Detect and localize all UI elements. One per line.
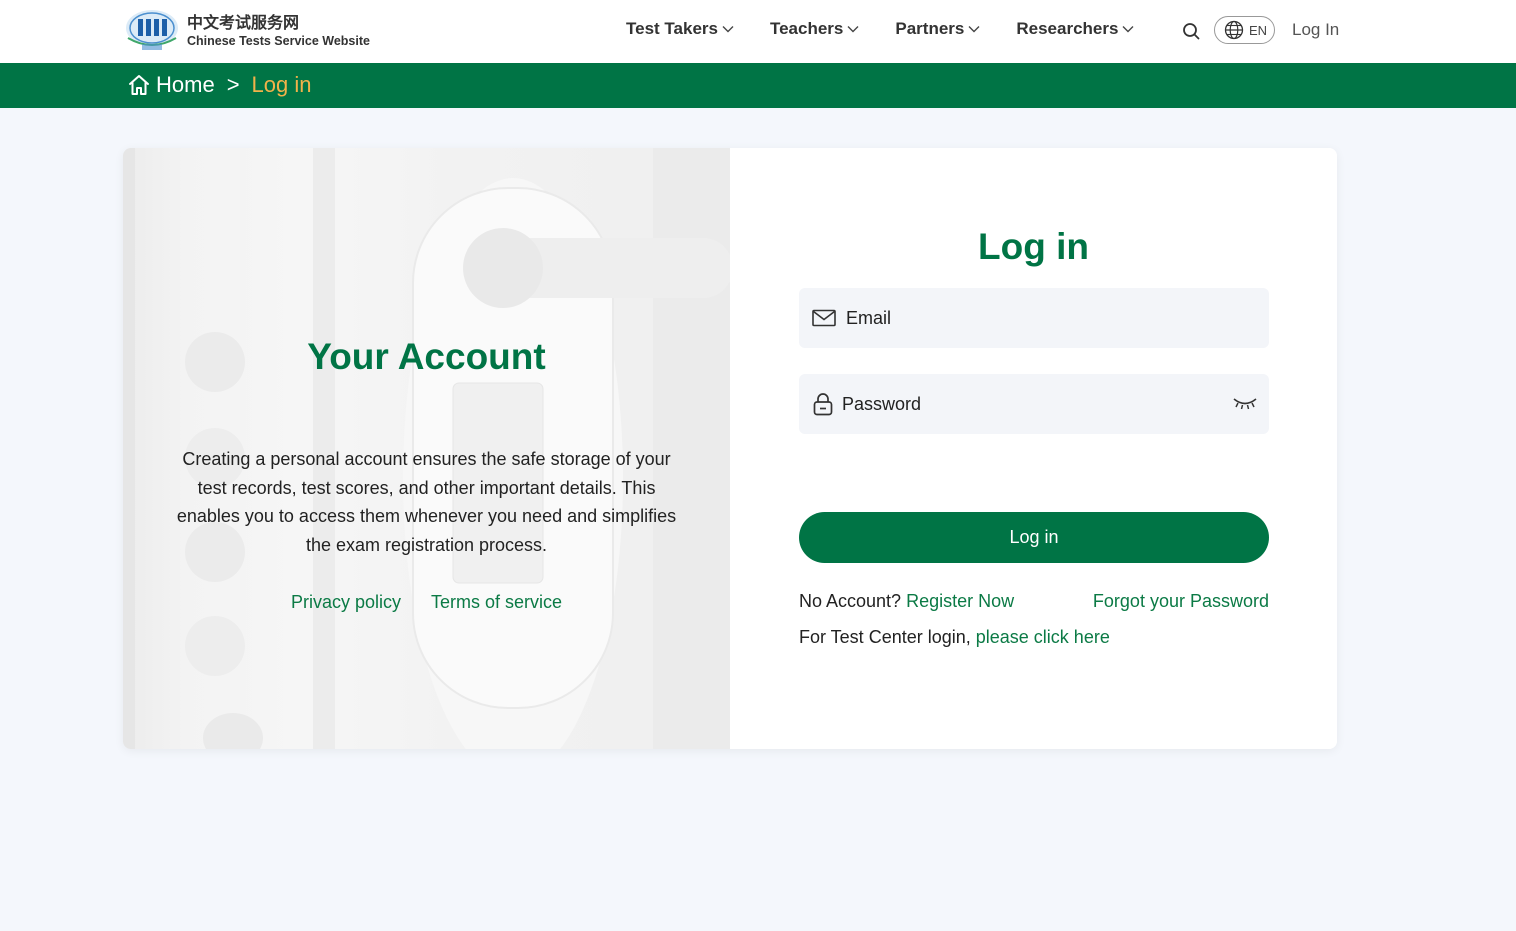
nav-test-takers[interactable]: Test Takers bbox=[626, 19, 734, 39]
register-row: No Account? Register Now bbox=[799, 591, 1014, 612]
nav-partners[interactable]: Partners bbox=[895, 19, 980, 39]
register-now-link[interactable]: Register Now bbox=[906, 591, 1014, 611]
mail-icon bbox=[812, 309, 836, 327]
email-field[interactable] bbox=[799, 288, 1269, 348]
no-account-text: No Account? bbox=[799, 591, 902, 611]
email-input[interactable] bbox=[846, 307, 1206, 329]
password-input[interactable] bbox=[842, 393, 1202, 415]
nav-label: Test Takers bbox=[626, 19, 718, 38]
forgot-password-link[interactable]: Forgot your Password bbox=[1090, 591, 1269, 612]
chevron-down-icon bbox=[722, 26, 734, 33]
nav-label: Researchers bbox=[1016, 19, 1119, 38]
login-card: Your Account Creating a personal account… bbox=[123, 148, 1337, 749]
breadcrumb-separator: > bbox=[226, 72, 240, 97]
logo-english-text: Chinese Tests Service Website bbox=[187, 33, 370, 48]
search-icon[interactable] bbox=[1181, 21, 1201, 41]
lock-icon bbox=[812, 392, 834, 416]
test-center-login-link[interactable]: please click here bbox=[976, 627, 1110, 647]
test-center-text: For Test Center login, bbox=[799, 627, 971, 647]
site-header: 中文考试服务网 Chinese Tests Service Website Te… bbox=[0, 0, 1516, 63]
nav-label: Teachers bbox=[769, 19, 844, 38]
breadcrumb: Home > Log in bbox=[127, 72, 312, 98]
test-center-row: For Test Center login, please click here bbox=[799, 627, 1110, 648]
terms-of-service-link[interactable]: Terms of service bbox=[431, 592, 562, 613]
nav-researchers[interactable]: Researchers bbox=[1016, 19, 1134, 39]
eye-closed-icon[interactable] bbox=[1233, 396, 1257, 410]
chevron-down-icon bbox=[847, 26, 859, 33]
login-title: Log in bbox=[978, 226, 1089, 267]
nav-label: Partners bbox=[895, 19, 965, 38]
globe-icon bbox=[1224, 20, 1244, 40]
language-label: EN bbox=[1249, 22, 1268, 38]
logo-emblem-icon bbox=[126, 10, 178, 50]
privacy-policy-link[interactable]: Privacy policy bbox=[291, 592, 401, 613]
language-switch-button[interactable]: EN bbox=[1214, 16, 1275, 44]
site-logo[interactable]: 中文考试服务网 Chinese Tests Service Website bbox=[124, 8, 370, 53]
chevron-down-icon bbox=[968, 26, 980, 33]
breadcrumb-home-link[interactable]: Home bbox=[127, 72, 215, 98]
chevron-down-icon bbox=[1122, 26, 1134, 33]
breadcrumb-home-label: Home bbox=[156, 72, 215, 97]
account-description: Creating a personal account ensures the … bbox=[176, 449, 677, 555]
login-submit-button[interactable]: Log in bbox=[799, 512, 1269, 563]
password-field[interactable] bbox=[799, 374, 1269, 434]
legal-links: Privacy policy Terms of service bbox=[123, 592, 730, 613]
home-icon bbox=[129, 75, 149, 95]
account-title: Your Account bbox=[307, 336, 546, 377]
breadcrumb-current: Log in bbox=[251, 72, 312, 97]
account-info-panel: Your Account Creating a personal account… bbox=[123, 148, 730, 749]
login-form-panel: Log in Email Log in No Account? Register… bbox=[730, 148, 1337, 749]
logo-chinese-text: 中文考试服务网 bbox=[187, 12, 300, 32]
breadcrumb-bar: Home > Log in bbox=[0, 63, 1516, 108]
main-nav: Test Takers Teachers Partners Researcher… bbox=[626, 19, 1170, 39]
header-login-link[interactable]: Log In bbox=[1292, 20, 1339, 40]
nav-teachers[interactable]: Teachers bbox=[770, 19, 859, 39]
